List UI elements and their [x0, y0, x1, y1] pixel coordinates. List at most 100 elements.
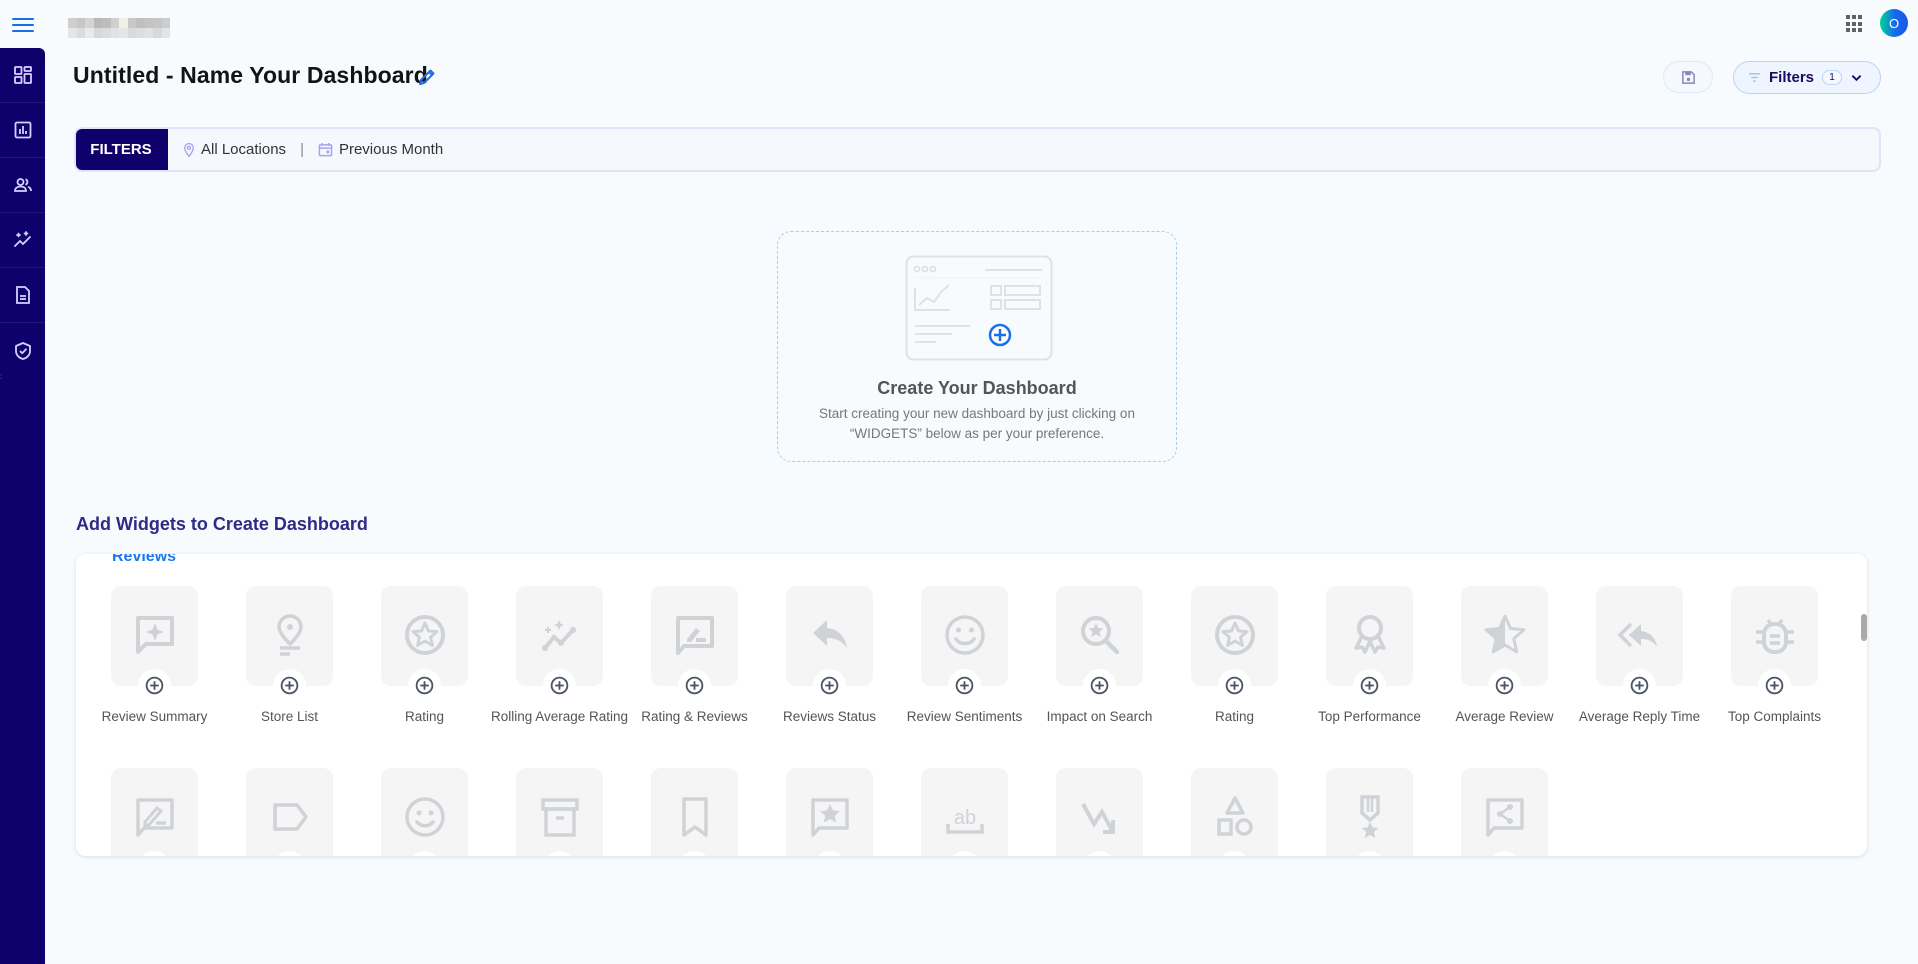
date-filter[interactable]: Previous Month: [318, 141, 443, 158]
widget-tile[interactable]: Rolling Average Rating: [491, 586, 628, 724]
filters-tag[interactable]: FILTERS: [76, 129, 168, 170]
widget-tile[interactable]: [1461, 768, 1548, 856]
filters-label: Filters: [1769, 69, 1815, 86]
add-circle-icon: [1495, 676, 1514, 695]
widgets-section-reviews: Reviews: [112, 554, 177, 565]
document-icon: [15, 286, 30, 304]
trend-sparkle-icon: [541, 620, 576, 651]
menu-toggle-button[interactable]: [12, 14, 34, 34]
bar-chart-icon: [14, 121, 31, 139]
add-circle-icon: [280, 676, 299, 695]
widgets-row-2: ab: [111, 768, 1596, 856]
edit-title-button[interactable]: [416, 66, 438, 88]
widget-tile[interactable]: Impact on Search: [1047, 586, 1152, 724]
widget-tile[interactable]: [786, 768, 873, 856]
widget-label: Rating & Reviews: [641, 709, 748, 724]
widget-label: Average Review: [1455, 709, 1554, 724]
sidebar-item-users[interactable]: [0, 158, 45, 213]
date-filter-value: Previous Month: [338, 141, 444, 158]
widget-preview: [1056, 768, 1143, 856]
widget-tile[interactable]: Review Sentiments: [907, 586, 1022, 724]
widget-label: Rating: [404, 709, 445, 724]
reply-all-icon: [1617, 622, 1657, 648]
widget-label: Top Performance: [1318, 709, 1421, 724]
widget-tile[interactable]: [1056, 768, 1143, 856]
add-widget-button[interactable]: [1218, 669, 1251, 702]
widgets-scrollbar[interactable]: [1861, 614, 1867, 641]
widget-preview: [1191, 768, 1278, 856]
half-star-icon: [1484, 614, 1525, 654]
sidebar-item-dashboard[interactable]: [0, 48, 45, 103]
widget-tile[interactable]: Rating: [1191, 586, 1278, 724]
reply-icon: [812, 620, 847, 648]
sidebar-item-documents[interactable]: [0, 268, 45, 323]
location-filter[interactable]: All Locations: [183, 141, 286, 158]
sidebar-item-security[interactable]: [0, 323, 45, 378]
add-widget-button[interactable]: [408, 669, 441, 702]
widget-tile[interactable]: [1326, 768, 1413, 856]
brand-logo[interactable]: [68, 18, 170, 38]
active-filters-bar: FILTERS All Locations | Previous Month: [74, 127, 1881, 172]
create-dashboard-card[interactable]: Create Your Dashboard Start creating you…: [777, 231, 1177, 462]
widget-preview: [111, 768, 198, 856]
chat-sparkle-icon: [135, 616, 174, 654]
medal-star-icon: [1359, 795, 1380, 838]
hamburger-icon: [12, 18, 34, 20]
widget-label: Rating: [1214, 709, 1255, 724]
widget-tile[interactable]: [1191, 768, 1278, 856]
add-widget-button[interactable]: [1623, 669, 1656, 702]
widget-tile[interactable]: Reviews Status: [783, 586, 876, 724]
user-avatar[interactable]: O: [1880, 9, 1908, 37]
collapse-handle[interactable]: :: [0, 373, 2, 381]
sidebar-item-reports[interactable]: [0, 103, 45, 158]
widget-tile[interactable]: Store List: [246, 586, 333, 724]
widget-preview: [1461, 768, 1548, 856]
add-circle-icon: [955, 676, 974, 695]
widget-tile[interactable]: Rating & Reviews: [641, 586, 748, 724]
widget-label: Review Summary: [101, 709, 208, 724]
filters-dropdown-button[interactable]: Filters 1: [1733, 61, 1881, 94]
smiley-outline-icon: [404, 797, 445, 837]
widget-tile[interactable]: Rating: [381, 586, 468, 724]
add-circle-icon: [1360, 676, 1379, 695]
add-widget-button[interactable]: [1083, 669, 1116, 702]
widget-tile[interactable]: [516, 768, 603, 856]
filters-count-badge: 1: [1822, 70, 1843, 85]
widget-label: Average Reply Time: [1578, 709, 1701, 724]
apps-grid-icon[interactable]: [1846, 15, 1864, 33]
add-widget-button[interactable]: [543, 669, 576, 702]
create-dashboard-title: Create Your Dashboard: [877, 378, 1077, 398]
widget-tile[interactable]: [651, 768, 738, 856]
smiley-icon: [944, 615, 985, 655]
page-title: Untitled - Name Your Dashboard: [73, 62, 428, 88]
widget-preview: [786, 768, 873, 856]
bug-icon: [1755, 618, 1794, 654]
sidebar-item-insights[interactable]: [0, 213, 45, 268]
widget-tile[interactable]: [111, 768, 198, 856]
widget-label: Store List: [260, 709, 319, 724]
widget-tile[interactable]: [246, 768, 333, 856]
dashboard-illustration-icon: [905, 255, 1053, 361]
widget-tile[interactable]: [381, 768, 468, 856]
widget-tile[interactable]: Top Performance: [1318, 586, 1421, 724]
filter-lines-icon: [1749, 73, 1760, 82]
chat-share-icon: [1485, 798, 1524, 837]
add-circle-icon: [1765, 676, 1784, 695]
add-circle-icon: [145, 676, 164, 695]
add-widget-button[interactable]: [1758, 669, 1791, 702]
widget-tile[interactable]: Average Reply Time: [1579, 586, 1700, 724]
save-dashboard-button[interactable]: [1663, 61, 1713, 93]
widget-preview: [516, 768, 603, 856]
widget-tile[interactable]: ab: [921, 768, 1008, 856]
add-widget-button[interactable]: [813, 669, 846, 702]
add-widget-button[interactable]: [948, 669, 981, 702]
add-widget-button[interactable]: [273, 669, 306, 702]
add-widget-button[interactable]: [1488, 669, 1521, 702]
widget-tile[interactable]: Top Complaints: [1728, 586, 1821, 724]
widget-tile[interactable]: Review Summary: [102, 586, 207, 724]
add-widget-button[interactable]: [678, 669, 711, 702]
widget-preview: [246, 768, 333, 856]
add-widget-button[interactable]: [138, 669, 171, 702]
add-widget-button[interactable]: [1353, 669, 1386, 702]
widget-tile[interactable]: Average Review: [1455, 586, 1554, 724]
